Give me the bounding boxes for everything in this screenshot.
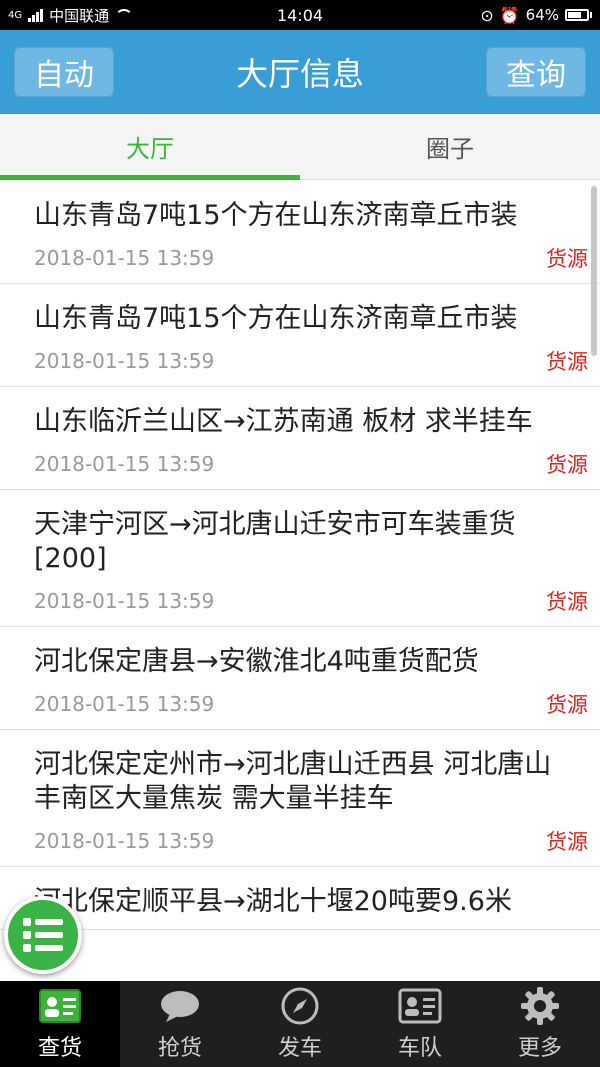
- alarm-icon: ⏰: [499, 5, 520, 25]
- list-item[interactable]: 山东青岛7吨15个方在山东济南章丘市装 2018-01-15 13:59 货源: [0, 284, 600, 387]
- list-item[interactable]: 山东青岛7吨15个方在山东济南章丘市装 2018-01-15 13:59 货源: [0, 181, 600, 284]
- tab-bar: 大厅 圈子: [0, 114, 600, 180]
- nav-dispatch[interactable]: 发车: [240, 981, 360, 1067]
- item-tag: 货源: [546, 247, 588, 271]
- app-header: 自动 大厅信息 查询: [0, 30, 600, 114]
- item-time: 2018-01-15 13:59: [34, 692, 215, 716]
- signal-icon: [28, 8, 44, 22]
- nav-more[interactable]: 更多: [480, 981, 600, 1067]
- tab-circle[interactable]: 圈子: [300, 114, 600, 179]
- item-title: 山东临沂兰山区→江苏南通 板材 求半挂车: [34, 406, 533, 437]
- status-time: 14:04: [276, 5, 324, 25]
- item-time: 2018-01-15 13:59: [34, 829, 215, 853]
- list-item[interactable]: 河北保定顺平县→湖北十堰20吨要9.6米: [0, 867, 600, 930]
- lock-rotation-icon: ⊙: [480, 5, 494, 25]
- item-title: 河北保定顺平县→湖北十堰20吨要9.6米: [34, 886, 512, 917]
- list-menu-icon: [23, 918, 63, 952]
- item-tag: 货源: [546, 590, 588, 614]
- item-title: 河北保定唐县→安徽淮北4吨重货配货: [34, 646, 479, 677]
- carrier-name: 中国联通: [49, 6, 110, 25]
- network-type: 4G: [8, 9, 23, 21]
- query-button[interactable]: 查询: [485, 47, 586, 97]
- battery-percent: 64%: [525, 6, 559, 24]
- info-list[interactable]: 山东青岛7吨15个方在山东济南章丘市装 2018-01-15 13:59 货源 山…: [0, 181, 600, 981]
- list-scrollbar[interactable]: [591, 186, 597, 356]
- item-tag: 货源: [546, 830, 588, 854]
- nav-find-cargo[interactable]: 查货: [0, 981, 120, 1067]
- nav-label: 查货: [37, 1036, 82, 1061]
- item-time: 2018-01-15 13:59: [34, 349, 215, 373]
- bottom-nav: 查货 抢货 发车 车队 更多: [0, 981, 600, 1067]
- auto-button[interactable]: 自动: [14, 47, 114, 97]
- nav-label: 发车: [277, 1036, 322, 1061]
- item-time: 2018-01-15 13:59: [34, 246, 215, 270]
- item-time: 2018-01-15 13:59: [34, 589, 215, 613]
- item-tag: 货源: [546, 453, 588, 477]
- floating-menu-button[interactable]: [4, 896, 82, 974]
- nav-label: 车队: [397, 1036, 442, 1061]
- contact-card-icon: [397, 986, 443, 1026]
- compass-icon: [277, 986, 323, 1026]
- nav-fleet[interactable]: 车队: [360, 981, 480, 1067]
- item-title: 山东青岛7吨15个方在山东济南章丘市装: [34, 200, 518, 231]
- gear-icon: [517, 986, 563, 1026]
- id-card-icon: [37, 986, 83, 1026]
- tab-hall[interactable]: 大厅: [0, 114, 300, 180]
- item-title: 天津宁河区→河北唐山迁安市可车装重货[200]: [34, 509, 516, 574]
- wifi-icon: [115, 9, 134, 21]
- status-right: ⊙ ⏰ 64%: [480, 6, 592, 25]
- item-tag: 货源: [546, 693, 588, 717]
- item-title: 河北保定定州市→河北唐山迁西县 河北唐山丰南区大量焦炭 需大量半挂车: [34, 749, 552, 814]
- chat-bubble-icon: [157, 986, 203, 1026]
- status-left: 4G 中国联通: [8, 5, 134, 26]
- item-time: 2018-01-15 13:59: [34, 452, 215, 476]
- status-bar: 4G 中国联通 14:04 ⊙ ⏰ 64%: [0, 0, 600, 30]
- list-item[interactable]: 天津宁河区→河北唐山迁安市可车装重货[200] 2018-01-15 13:59…: [0, 490, 600, 627]
- nav-grab-cargo[interactable]: 抢货: [120, 981, 240, 1067]
- battery-icon: [565, 9, 592, 21]
- item-title: 山东青岛7吨15个方在山东济南章丘市装: [34, 303, 518, 334]
- item-tag: 货源: [546, 350, 588, 374]
- nav-label: 更多: [517, 1036, 562, 1061]
- page-title: 大厅信息: [235, 55, 364, 93]
- list-item[interactable]: 河北保定唐县→安徽淮北4吨重货配货 2018-01-15 13:59 货源: [0, 627, 600, 730]
- list-item[interactable]: 河北保定定州市→河北唐山迁西县 河北唐山丰南区大量焦炭 需大量半挂车 2018-…: [0, 730, 600, 867]
- list-item[interactable]: 山东临沂兰山区→江苏南通 板材 求半挂车 2018-01-15 13:59 货源: [0, 387, 600, 490]
- nav-label: 抢货: [157, 1036, 202, 1061]
